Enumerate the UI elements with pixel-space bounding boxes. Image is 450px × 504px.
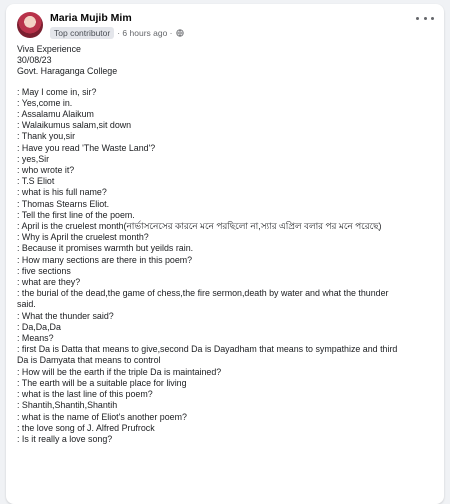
more-options-icon[interactable] [416,12,434,24]
dialogue-line: : How many sections are there in this po… [17,254,193,265]
post-header: Maria Mujib Mim Top contributor · 6 hour… [17,12,434,44]
dialogue-line: : Da,Da,Da [17,321,61,332]
top-contributor-badge[interactable]: Top contributor [50,27,115,39]
post-card: Maria Mujib Mim Top contributor · 6 hour… [6,4,444,504]
post-college: Govt. Haraganga College [17,66,118,77]
dialogue-line: : What the thunder said? [17,310,114,321]
dialogue-line: : what are they? [17,277,81,288]
dialogue-line: : what is the name of Eliot's another po… [17,411,187,422]
dialogue-line: : Tell the first line of the poem. [17,209,135,220]
globe-icon [175,29,184,37]
dialogue-line: : April is the cruelest month(নার্ভাসনেস… [17,221,382,232]
dialogue-line: : the love song of J. Alfred Prufrock [17,422,155,433]
dialogue-line: said. [17,299,36,310]
dialogue-line: : Walaikumus salam,sit down [17,120,132,131]
dialogue-line: : what is his full name? [17,187,107,198]
dialogue-line: : Yes,come in. [17,97,73,108]
dialogue-line: : first Da is Datta that means to give,s… [17,344,398,355]
dialogue-line: : How will be the earth if the triple Da… [17,366,222,377]
dialogue-line: : the burial of the dead,the game of che… [17,288,389,299]
post-title: Viva Experience [17,44,81,54]
dialogue-line: : Because it promises warmth but yeilds … [17,243,194,254]
dialogue-line: : Thomas Stearns Eliot. [17,198,110,209]
dialogue-line: : May I come in, sir? [17,86,97,97]
dialogue-line: : Have you read 'The Waste Land'? [17,142,156,153]
dialogue-line: : yes,Sir [17,153,50,164]
dialogue-line: Da is Damyata that means to control [17,355,161,366]
dialogue-line: : The earth will be a suitable place for… [17,377,187,388]
dialogue-line: : Assalamu Alaikum [17,109,94,120]
dialogue-line: : T.S Eliot [17,176,55,187]
post-body: Viva Experience 30/08/23 Govt. Haraganga… [17,44,436,445]
timestamp[interactable]: · 6 hours ago · [117,28,172,38]
dialogue-line: : Shantih,Shantih,Shantih [17,400,118,411]
post-date: 30/08/23 [17,55,52,66]
author-name[interactable]: Maria Mujib Mim [50,12,132,24]
dialogue-line: : Means? [17,333,54,344]
dialogue-line: : five sections [17,265,71,276]
dialogue-line: : who wrote it? [17,165,75,176]
dialogue-line: : Why is April the cruelest month? [17,232,149,243]
dialogue-line: : Thank you,sir [17,131,76,142]
dialogue-line: : what is the last line of this poem? [17,389,153,400]
post-meta: Top contributor · 6 hours ago · [50,27,184,39]
avatar[interactable] [17,12,43,38]
dialogue: : May I come in, sir?: Yes,come in.: Ass… [17,87,436,446]
dialogue-line: : Is it really a love song? [17,433,113,444]
